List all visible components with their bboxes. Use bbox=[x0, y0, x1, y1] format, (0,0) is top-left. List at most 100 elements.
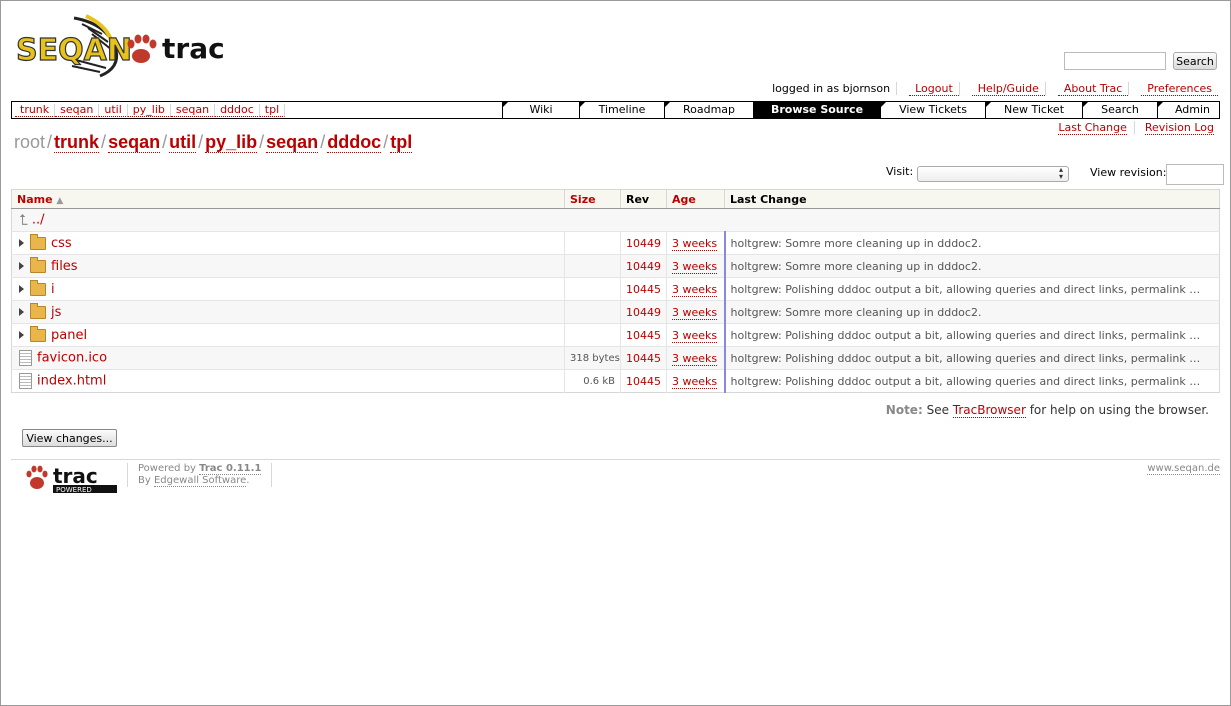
entry-age-link[interactable]: 3 weeks bbox=[672, 282, 718, 297]
visit-select[interactable]: ▴ ▾ bbox=[917, 166, 1069, 182]
entry-age-link[interactable]: 3 weeks bbox=[672, 351, 718, 366]
path-separator: / bbox=[320, 132, 326, 152]
site-link-container: www.seqan.de bbox=[1147, 463, 1220, 475]
entry-age-link[interactable]: 3 weeks bbox=[672, 328, 718, 343]
folder-icon bbox=[30, 325, 46, 342]
quicklink-seqan-2[interactable]: seqan bbox=[170, 104, 216, 117]
entry-name-link[interactable]: index.html bbox=[37, 374, 106, 389]
parent-directory-link[interactable]: ../ bbox=[32, 213, 45, 228]
entry-name-cell: i bbox=[11, 277, 565, 301]
entry-rev[interactable]: 10445 bbox=[620, 323, 667, 347]
view-changes-button[interactable]: View changes... bbox=[22, 429, 117, 447]
trac-powered-logo[interactable]: trac POWERED bbox=[23, 463, 123, 497]
rev-column-header: Rev bbox=[620, 189, 667, 209]
expand-arrow-icon[interactable] bbox=[19, 308, 24, 316]
path-seqan-2[interactable]: seqan bbox=[266, 132, 319, 153]
file-icon bbox=[19, 350, 32, 366]
entry-name-link[interactable]: panel bbox=[51, 328, 87, 343]
help-note: Note: See TracBrowser for help on using … bbox=[886, 403, 1209, 418]
table-row: index.html 0.6 kB 10445 3 weeks holtgrew: Po… bbox=[11, 369, 1220, 393]
search-button[interactable]: Search bbox=[1173, 52, 1217, 70]
entry-name-link[interactable]: favicon.ico bbox=[37, 351, 107, 366]
entry-size bbox=[564, 231, 621, 255]
seqan-trac-logo[interactable]: SEQAN trac bbox=[15, 10, 231, 82]
table-row: i 10445 3 weeks holtgrew: Polishing dddoc o… bbox=[11, 277, 1220, 301]
entry-rev[interactable]: 10449 bbox=[620, 254, 667, 278]
path-separator: / bbox=[47, 132, 53, 152]
tab-roadmap[interactable]: Roadmap bbox=[664, 102, 753, 118]
tab-new-ticket[interactable]: New Ticket bbox=[985, 102, 1082, 118]
entry-age-link[interactable]: 3 weeks bbox=[672, 374, 718, 389]
view-revision-label: View revision: bbox=[1090, 166, 1167, 179]
entry-name-cell: index.html bbox=[11, 369, 565, 393]
tab-timeline[interactable]: Timeline bbox=[579, 102, 664, 118]
entry-name-link[interactable]: files bbox=[51, 259, 78, 274]
entry-age-cell: 3 weeks bbox=[666, 346, 726, 370]
logout-link[interactable]: Logout bbox=[909, 82, 959, 96]
path-seqan[interactable]: seqan bbox=[108, 132, 161, 153]
path-separator: / bbox=[198, 132, 204, 152]
quicklink-util[interactable]: util bbox=[99, 104, 128, 117]
path-util[interactable]: util bbox=[169, 132, 197, 153]
help-guide-link[interactable]: Help/Guide bbox=[971, 82, 1045, 96]
entry-name-cell: panel bbox=[11, 323, 565, 347]
age-column-header[interactable]: Age bbox=[666, 189, 725, 209]
main-navigation: trunk seqan util py_lib seqan dddoc tpl Wiki T… bbox=[11, 101, 1220, 119]
entry-last-change: holtgrew: Polishing dddoc output a bit, … bbox=[724, 277, 1220, 301]
quicklink-py-lib[interactable]: py_lib bbox=[127, 104, 171, 117]
entry-rev[interactable]: 10449 bbox=[620, 231, 667, 255]
quicklink-dddoc[interactable]: dddoc bbox=[215, 104, 260, 117]
tab-admin[interactable]: Admin bbox=[1157, 102, 1227, 118]
quick-path-links: trunk seqan util py_lib seqan dddoc tpl bbox=[15, 103, 286, 117]
preferences-link[interactable]: Preferences bbox=[1141, 82, 1218, 96]
entry-rev[interactable]: 10445 bbox=[620, 369, 667, 393]
path-tpl[interactable]: tpl bbox=[390, 132, 413, 153]
view-revision-input[interactable] bbox=[1166, 164, 1224, 185]
entry-last-change: holtgrew: Polishing dddoc output a bit, … bbox=[724, 369, 1220, 393]
entry-name-link[interactable]: css bbox=[51, 236, 72, 251]
entry-rev[interactable]: 10449 bbox=[620, 300, 667, 324]
path-root[interactable]: root bbox=[14, 132, 45, 152]
paw-icon bbox=[26, 465, 48, 489]
tab-wiki[interactable]: Wiki bbox=[502, 102, 579, 118]
entry-age-cell: 3 weeks bbox=[666, 323, 726, 347]
expand-arrow-icon[interactable] bbox=[19, 285, 24, 293]
last-change-link[interactable]: Last Change bbox=[1058, 121, 1127, 135]
path-py-lib[interactable]: py_lib bbox=[205, 132, 258, 153]
entry-age-link[interactable]: 3 weeks bbox=[672, 259, 718, 274]
entry-rev[interactable]: 10445 bbox=[620, 346, 667, 370]
tab-search[interactable]: Search bbox=[1082, 102, 1157, 118]
quicklink-seqan[interactable]: seqan bbox=[55, 104, 100, 117]
expand-arrow-icon[interactable] bbox=[19, 331, 24, 339]
trac-version-link[interactable]: Trac 0.11.1 bbox=[199, 463, 262, 475]
name-column-header[interactable]: Name ▲ bbox=[11, 189, 565, 209]
quicklink-trunk[interactable]: trunk bbox=[15, 104, 56, 117]
path-separator: / bbox=[383, 132, 389, 152]
site-link[interactable]: www.seqan.de bbox=[1147, 463, 1220, 475]
expand-arrow-icon[interactable] bbox=[19, 262, 24, 270]
folder-icon bbox=[30, 256, 46, 273]
edgewall-link[interactable]: Edgewall Software bbox=[153, 475, 247, 487]
search-input[interactable] bbox=[1064, 52, 1166, 70]
path-trunk[interactable]: trunk bbox=[54, 132, 100, 153]
quicklink-tpl[interactable]: tpl bbox=[259, 104, 286, 117]
tab-browse-source[interactable]: Browse Source bbox=[753, 102, 880, 118]
entry-age-cell: 3 weeks bbox=[666, 369, 726, 393]
entry-name-link[interactable]: js bbox=[51, 305, 61, 320]
about-trac-link[interactable]: About Trac bbox=[1057, 82, 1129, 96]
file-icon bbox=[19, 373, 32, 389]
entry-age-link[interactable]: 3 weeks bbox=[672, 305, 718, 320]
path-separator: / bbox=[162, 132, 168, 152]
size-column-header[interactable]: Size bbox=[564, 189, 621, 209]
footer-trac-text: trac bbox=[53, 464, 98, 488]
entry-rev[interactable]: 10445 bbox=[620, 277, 667, 301]
meta-navigation: logged in as bjornson Logout Help/Guide Abo… bbox=[766, 82, 1218, 96]
tab-view-tickets[interactable]: View Tickets bbox=[880, 102, 985, 118]
entry-name-link[interactable]: i bbox=[51, 282, 55, 297]
path-dddoc[interactable]: dddoc bbox=[327, 132, 382, 153]
tracbrowser-link[interactable]: TracBrowser bbox=[952, 403, 1026, 418]
table-row: panel 10445 3 weeks holtgrew: Polishing ddd… bbox=[11, 323, 1220, 347]
expand-arrow-icon[interactable] bbox=[19, 239, 24, 247]
entry-age-link[interactable]: 3 weeks bbox=[672, 236, 718, 251]
revision-log-link[interactable]: Revision Log bbox=[1144, 121, 1214, 135]
